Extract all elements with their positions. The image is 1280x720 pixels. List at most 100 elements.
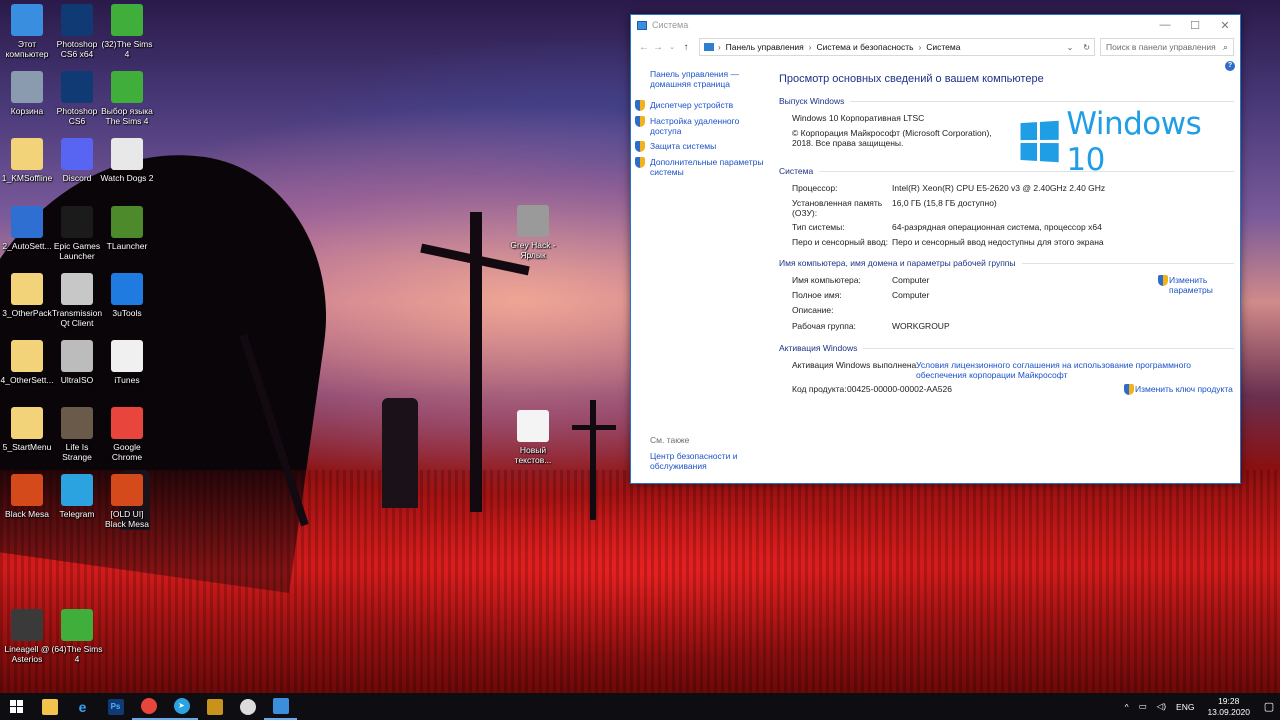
page-title: Просмотр основных сведений о вашем компь…: [779, 73, 1044, 85]
chevron-right-icon[interactable]: ›: [718, 43, 721, 52]
taskbar-edge[interactable]: e: [66, 693, 99, 720]
notification-icon[interactable]: ▢: [1258, 700, 1280, 713]
desktop-shortcut[interactable]: Photoshop CS6 x64: [50, 4, 104, 59]
desktop-shortcut[interactable]: [OLD UI] Black Mesa: [100, 474, 154, 529]
lang-indicator[interactable]: ENG: [1171, 702, 1199, 712]
desktop-shortcut[interactable]: (64)The Sims 4: [50, 608, 104, 664]
itunes-icon: [111, 340, 143, 372]
search-icon[interactable]: ⌕: [1223, 42, 1228, 53]
breadcrumb-system[interactable]: Система: [926, 42, 960, 52]
taskbar-app[interactable]: [231, 693, 264, 720]
pen-touch-label: Перо и сенсорный ввод:: [792, 237, 888, 247]
desktop-shortcut[interactable]: Discord: [50, 138, 104, 183]
system-type-label: Тип системы:: [792, 222, 845, 232]
system-window-icon: [272, 697, 289, 714]
desktop-shortcut[interactable]: Grey Hack - Ярлык: [506, 205, 560, 260]
close-button[interactable]: ✕: [1210, 19, 1240, 32]
address-bar: ← → ⌄ ↑ › Панель управления › Система и …: [631, 35, 1240, 59]
start-button[interactable]: [0, 693, 33, 720]
desktop-shortcut[interactable]: TLauncher: [100, 205, 154, 251]
up-arrow-icon[interactable]: ↑: [679, 42, 693, 53]
security-center-link[interactable]: Центр безопасности и обслуживания: [650, 451, 760, 471]
chevron-down-icon[interactable]: ⌄: [1063, 43, 1074, 52]
telegram-icon: [61, 474, 93, 507]
desktop-shortcut-label: 2_AutoSett...: [2, 240, 52, 251]
desktop-shortcut[interactable]: Выбор языка The Sims 4: [100, 71, 154, 126]
help-icon[interactable]: ?: [1225, 61, 1235, 71]
breadcrumb-control-panel[interactable]: Панель управления: [726, 42, 804, 52]
back-arrow-icon[interactable]: ←: [637, 42, 651, 53]
minimize-button[interactable]: —: [1150, 19, 1180, 32]
chevron-up-icon[interactable]: ^: [1120, 702, 1134, 712]
remote-settings-link[interactable]: Настройка удаленного доступа: [635, 116, 767, 136]
taskbar: e Ps ➤ ^ ▭ ◁) ENG 19:28 13.09.2020 ▢: [0, 693, 1280, 720]
desktop-shortcut[interactable]: UltraISO: [50, 340, 104, 385]
advanced-settings-link[interactable]: Дополнительные параметры системы: [635, 157, 767, 177]
desktop-shortcut[interactable]: Google Chrome: [100, 407, 154, 462]
desktop-shortcut-label: Photoshop CS6 x64: [56, 39, 98, 59]
desktop-shortcut-label: 4_OtherSett...: [0, 375, 54, 385]
desktop-shortcut[interactable]: Корзина: [0, 71, 54, 116]
desktop-shortcut-label: Telegram: [59, 509, 95, 520]
desktop-shortcut[interactable]: Lineagell @ Asterios: [0, 608, 54, 664]
shield-icon: [1124, 384, 1134, 395]
desktop-shortcut[interactable]: Новый текстов...: [506, 410, 560, 465]
computer-icon: [11, 4, 43, 36]
change-product-key-link[interactable]: Изменить ключ продукта: [1124, 384, 1233, 395]
desktop-shortcut[interactable]: 2_AutoSett...: [0, 205, 54, 251]
sims-icon: [111, 71, 143, 104]
desktop-shortcut[interactable]: Life Is Strange: [50, 407, 104, 462]
desktop-shortcut[interactable]: Этот компьютер: [0, 4, 54, 59]
volume-icon[interactable]: ◁): [1152, 701, 1171, 712]
maximize-button[interactable]: ☐: [1180, 19, 1210, 32]
refresh-icon[interactable]: ↻: [1079, 43, 1090, 52]
desktop-shortcut[interactable]: iTunes: [100, 340, 154, 385]
search-placeholder: Поиск в панели управления: [1106, 42, 1216, 52]
desktop-shortcut[interactable]: 5_StartMenu: [0, 407, 54, 452]
taskbar-photoshop[interactable]: Ps: [99, 693, 132, 720]
desktop-shortcut[interactable]: Transmission Qt Client: [50, 272, 104, 328]
photoshop-icon: [61, 4, 93, 36]
desktop-shortcut[interactable]: Epic Games Launcher: [50, 205, 104, 261]
taskbar-telegram[interactable]: ➤: [165, 693, 198, 720]
desktop-shortcut[interactable]: (32)The Sims 4: [100, 4, 154, 59]
folder-icon: [41, 698, 58, 715]
desktop-shortcut-label: Выбор языка The Sims 4: [101, 106, 153, 127]
chevron-right-icon[interactable]: ›: [919, 43, 922, 52]
processor-value: Intel(R) Xeon(R) CPU E5-2620 v3 @ 2.40GH…: [892, 183, 1106, 193]
license-terms-link[interactable]: Условия лицензионного соглашения на испо…: [916, 360, 1206, 380]
window-title: Система: [652, 20, 689, 30]
window-titlebar[interactable]: Система — ☐ ✕: [631, 15, 1240, 35]
system-protection-link[interactable]: Защита системы: [635, 141, 767, 152]
network-icon[interactable]: ▭: [1134, 701, 1152, 712]
desktop-shortcut[interactable]: Telegram: [50, 474, 104, 519]
chevron-right-icon[interactable]: ›: [809, 43, 812, 52]
desktop-shortcut[interactable]: Watch Dogs 2: [100, 138, 154, 183]
change-settings-link[interactable]: Изменить параметры: [1158, 275, 1228, 295]
desktop-shortcut[interactable]: 3uTools: [100, 272, 154, 318]
tlauncher-icon: [111, 205, 143, 238]
recent-dropdown-icon[interactable]: ⌄: [665, 43, 679, 51]
clock-time: 19:28: [1218, 695, 1240, 706]
taskbar-explorer[interactable]: [33, 693, 66, 720]
desktop-shortcut[interactable]: 1_KMSoffline: [0, 138, 54, 183]
device-manager-link[interactable]: Диспетчер устройств: [635, 100, 767, 111]
breadcrumb[interactable]: › Панель управления › Система и безопасн…: [699, 38, 1095, 56]
taskbar-app[interactable]: [198, 693, 231, 720]
desktop-shortcut[interactable]: Photoshop CS6: [50, 71, 104, 126]
system-window[interactable]: Система — ☐ ✕ ← → ⌄ ↑ › Панель управлени…: [630, 14, 1241, 484]
desktop-shortcut[interactable]: Black Mesa: [0, 474, 54, 519]
device-manager-label: Диспетчер устройств: [650, 100, 734, 110]
file-icon: [11, 340, 43, 372]
desktop-shortcut[interactable]: 3_OtherPack: [0, 272, 54, 318]
search-input[interactable]: Поиск в панели управления ⌕: [1100, 38, 1234, 56]
clock[interactable]: 19:28 13.09.2020: [1199, 696, 1258, 718]
taskbar-chrome[interactable]: [132, 693, 165, 720]
taskbar-system-window[interactable]: [264, 693, 297, 720]
breadcrumb-system-security[interactable]: Система и безопасность: [816, 42, 913, 52]
desktop-shortcut[interactable]: 4_OtherSett...: [0, 340, 54, 385]
control-panel-home-link[interactable]: Панель управления — домашняя страница: [650, 69, 760, 89]
desktop-shortcut-label: Discord: [62, 173, 92, 184]
computer-name-label: Имя компьютера:: [792, 275, 861, 285]
forward-arrow-icon[interactable]: →: [651, 42, 665, 53]
